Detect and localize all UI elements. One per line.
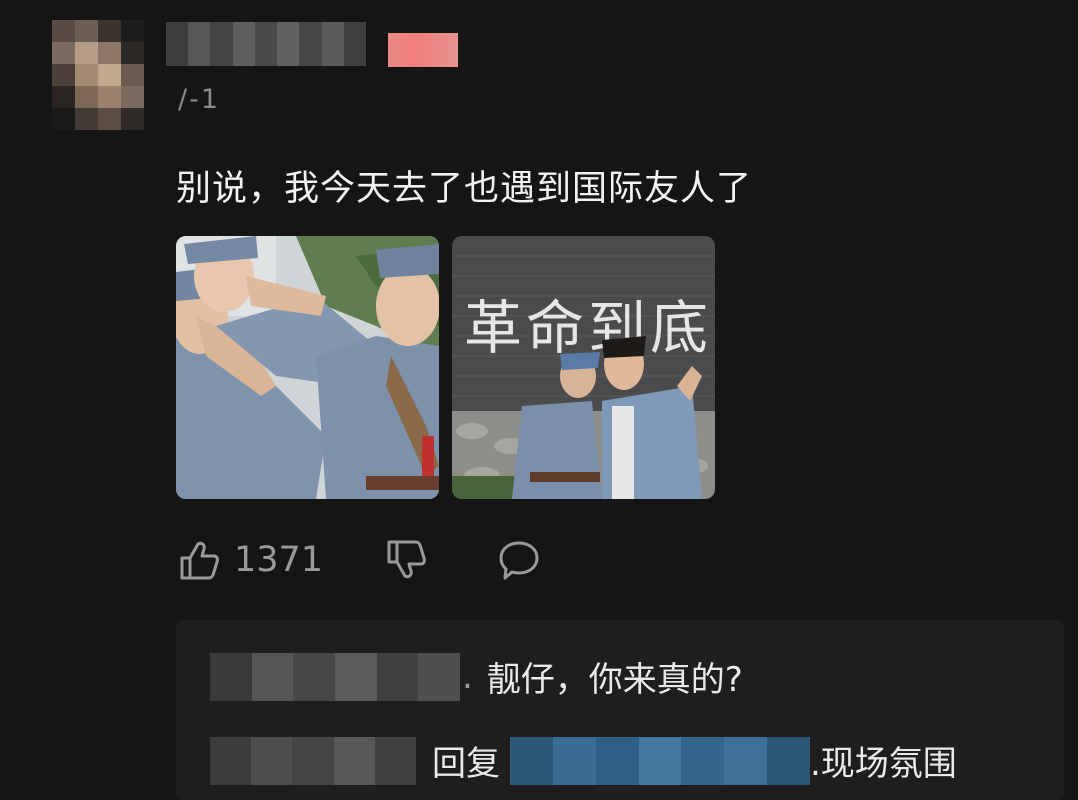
reply-username-blurred[interactable] — [210, 736, 416, 785]
slogan-wall-text: 革命到底 — [464, 294, 712, 362]
comment-text: 别说，我今天去了也遇到国际友人了 — [176, 169, 753, 209]
reply-target-blurred[interactable] — [510, 736, 810, 785]
like-count: 1371 — [234, 540, 324, 580]
username-blurred[interactable] — [166, 22, 366, 66]
comment-meta: /-1 — [178, 84, 221, 115]
reply-name-suffix: . — [462, 656, 473, 697]
thumbs-up-icon[interactable] — [178, 538, 220, 582]
comment-image-1[interactable] — [176, 236, 439, 499]
thumbs-down-icon[interactable] — [385, 538, 427, 582]
reply-text: 靓仔，你来真的? — [486, 660, 743, 700]
replies-panel: . 靓仔，你来真的? 回复 .现场氛围 — [176, 620, 1064, 800]
user-badge — [388, 33, 458, 67]
reply-item[interactable]: . 靓仔，你来真的? — [176, 652, 743, 701]
avatar[interactable] — [52, 20, 144, 130]
reply-prefix: 回复 — [432, 744, 500, 784]
reply-item[interactable]: 回复 .现场氛围 — [176, 736, 957, 785]
comment-image-2[interactable]: 革命到底 — [452, 236, 715, 499]
reply-text: .现场氛围 — [810, 744, 957, 784]
reply-username-blurred[interactable] — [210, 652, 460, 701]
comment-actions: 1371 — [178, 536, 541, 584]
speech-bubble-icon[interactable] — [497, 538, 541, 582]
